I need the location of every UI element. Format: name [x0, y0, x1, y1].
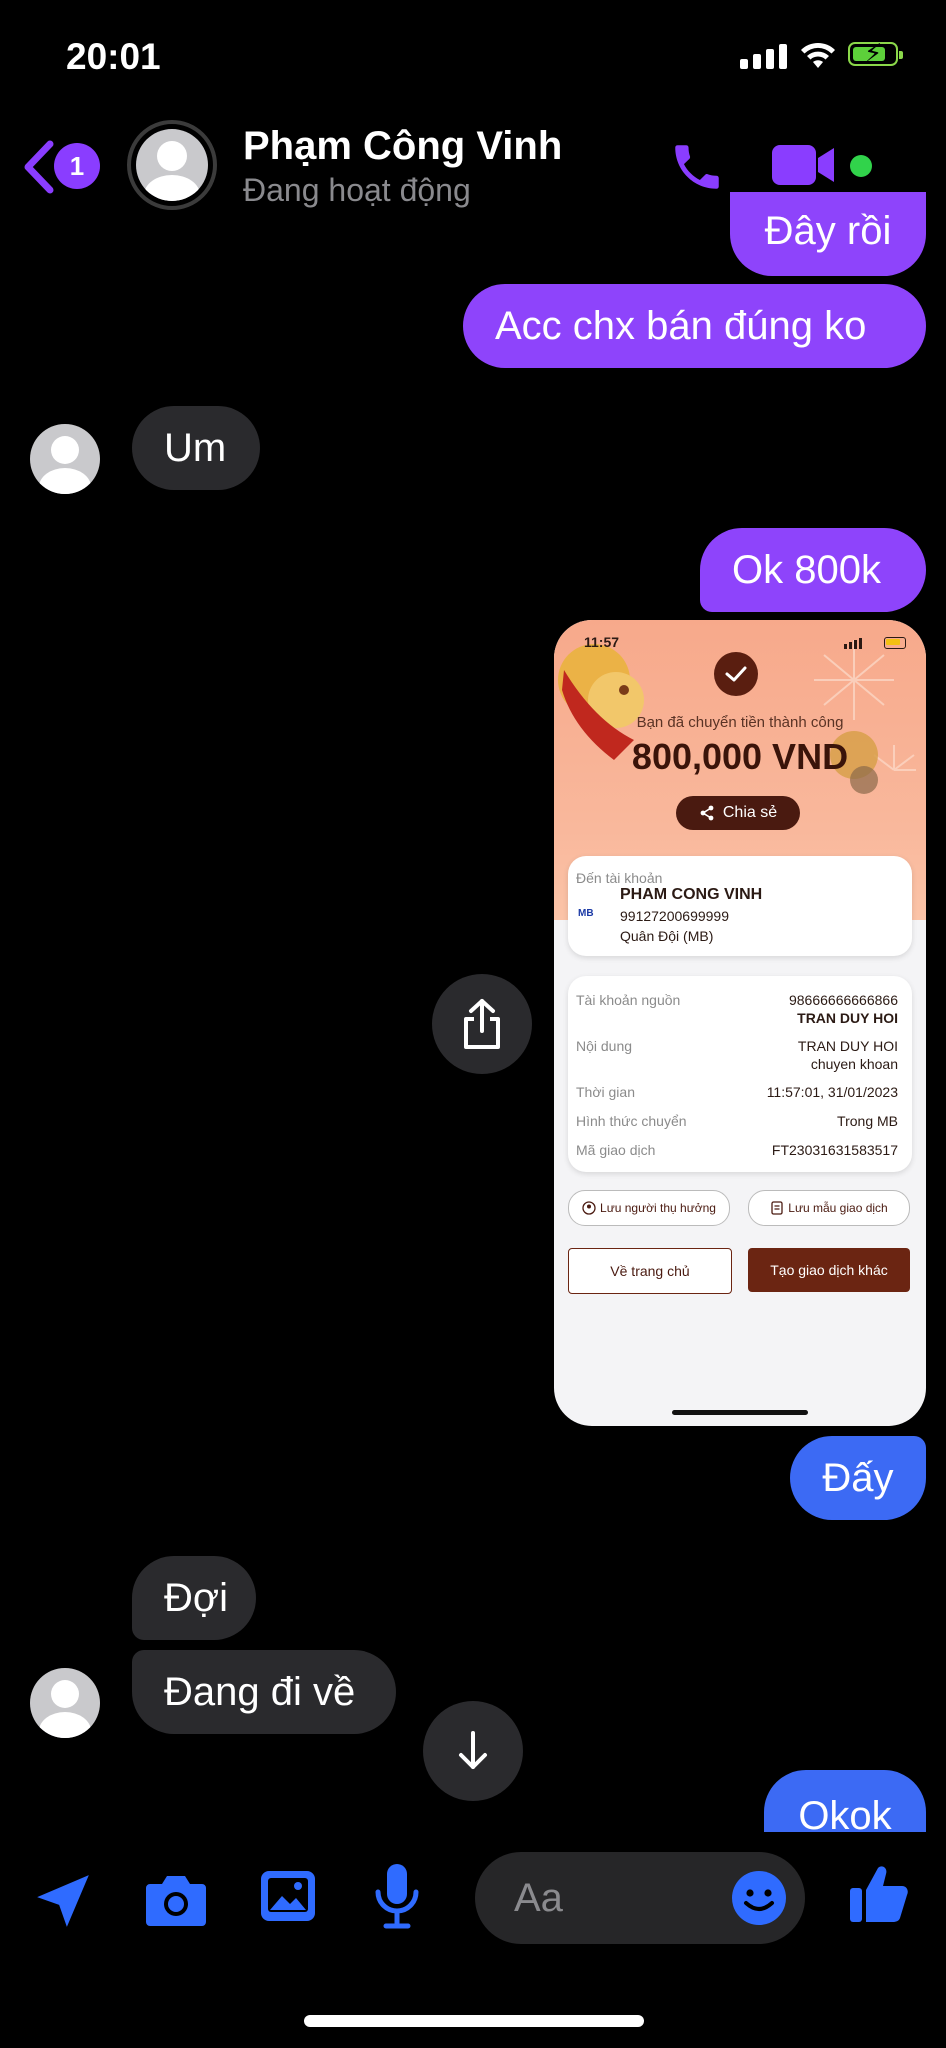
message-incoming-3[interactable]: Đang đi về: [132, 1650, 396, 1734]
home-indicator: [304, 2015, 644, 2027]
presence-status: Đang hoạt động: [243, 172, 471, 208]
message-outgoing-2[interactable]: Acc chx bán đúng ko: [463, 284, 926, 368]
message-incoming-2[interactable]: Đợi: [132, 1556, 256, 1640]
phone-call-icon[interactable]: [668, 138, 726, 196]
online-indicator: [850, 155, 872, 177]
cellular-signal-icon: [740, 44, 787, 69]
to-account-label: Đến tài khoản: [576, 870, 663, 886]
contact-name[interactable]: Phạm Công Vinh: [243, 124, 562, 169]
share-nodes-icon: [700, 805, 714, 821]
share-image-button[interactable]: [432, 974, 532, 1074]
thumbs-up-icon[interactable]: [848, 1862, 910, 1926]
transaction-details-card: Tài khoản nguồn 98666666666866 TRAN DUY …: [568, 976, 912, 1172]
share-icon: [464, 999, 500, 1049]
home-button: Về trang chủ: [568, 1248, 732, 1294]
save-beneficiary-button: Lưu người thụ hưởng: [568, 1190, 730, 1226]
contact-avatar[interactable]: [127, 120, 217, 210]
unread-count-badge[interactable]: 1: [54, 143, 100, 189]
recipient-bank: Quân Đội (MB): [620, 928, 714, 944]
detail-value-2: chuyen khoan: [810, 1056, 898, 1072]
wifi-icon: [801, 42, 835, 68]
save-template-label: Lưu mẫu giao dịch: [788, 1201, 888, 1215]
message-outgoing-5[interactable]: Okok: [764, 1770, 926, 1838]
receipt-home-indicator: [672, 1410, 808, 1415]
save-template-button: Lưu mẫu giao dịch: [748, 1190, 910, 1226]
detail-label: Nội dung: [576, 1038, 633, 1054]
detail-value: Trong MB: [837, 1113, 898, 1129]
message-input[interactable]: [512, 1864, 716, 1932]
detail-label: Tài khoản nguồn: [576, 992, 681, 1008]
message-outgoing-4[interactable]: Đấy: [790, 1436, 926, 1520]
receipt-signal-icon: [844, 638, 862, 649]
detail-label: Mã giao dịch: [576, 1142, 656, 1158]
success-message: Bạn đã chuyển tiền thành công: [636, 714, 844, 731]
recipient-card: Đến tài khoản MB PHAM CONG VINH 99127200…: [568, 856, 912, 956]
detail-label: Hình thức chuyển: [576, 1113, 687, 1129]
transfer-receipt-image[interactable]: 11:57 Bạn đã chuyển tiền thành công 800,…: [554, 620, 926, 1426]
success-check-icon: [714, 652, 758, 696]
detail-value: 98666666666866: [788, 992, 898, 1008]
message-outgoing-1[interactable]: Đây rồi: [730, 192, 926, 276]
message-incoming-1[interactable]: Um: [132, 406, 260, 490]
receipt-battery-icon: [884, 637, 906, 649]
bank-logo: MB: [578, 908, 594, 919]
receipt-share-button: Chia sẻ: [676, 796, 800, 830]
receipt-share-label: Chia sẻ: [722, 804, 778, 821]
battery-charging-icon: ⚡: [848, 40, 903, 66]
microphone-icon[interactable]: [372, 1862, 422, 1930]
recipient-account: 99127200699999: [620, 908, 730, 924]
status-time: 20:01: [66, 36, 161, 77]
gallery-image-icon[interactable]: [258, 1868, 318, 1924]
detail-value: FT23031631583517: [771, 1142, 898, 1158]
receipt-time: 11:57: [584, 634, 620, 650]
detail-value: TRAN DUY HOI: [797, 1038, 898, 1054]
user-circle-icon: [582, 1201, 596, 1215]
emoji-icon[interactable]: [730, 1869, 788, 1927]
message-outgoing-3[interactable]: Ok 800k: [700, 528, 926, 612]
scroll-to-bottom-button[interactable]: [423, 1701, 523, 1801]
contact-avatar-small: [30, 424, 100, 494]
transfer-amount: 800,000 VND: [631, 736, 849, 777]
detail-value: 11:57:01, 31/01/2023: [766, 1084, 898, 1100]
location-arrow-icon[interactable]: [32, 1870, 94, 1932]
contact-avatar-small: [30, 1668, 100, 1738]
arrow-down-icon: [459, 1731, 487, 1769]
new-transaction-button: Tạo giao dịch khác: [748, 1248, 910, 1292]
video-call-icon[interactable]: [770, 142, 838, 188]
camera-icon[interactable]: [144, 1870, 208, 1928]
detail-value-2: TRAN DUY HOI: [797, 1010, 898, 1026]
back-chevron-icon[interactable]: [20, 140, 56, 194]
save-beneficiary-label: Lưu người thụ hưởng: [600, 1201, 716, 1215]
recipient-name: PHAM CONG VINH: [620, 886, 763, 903]
detail-label: Thời gian: [576, 1084, 635, 1100]
document-icon: [771, 1201, 783, 1215]
